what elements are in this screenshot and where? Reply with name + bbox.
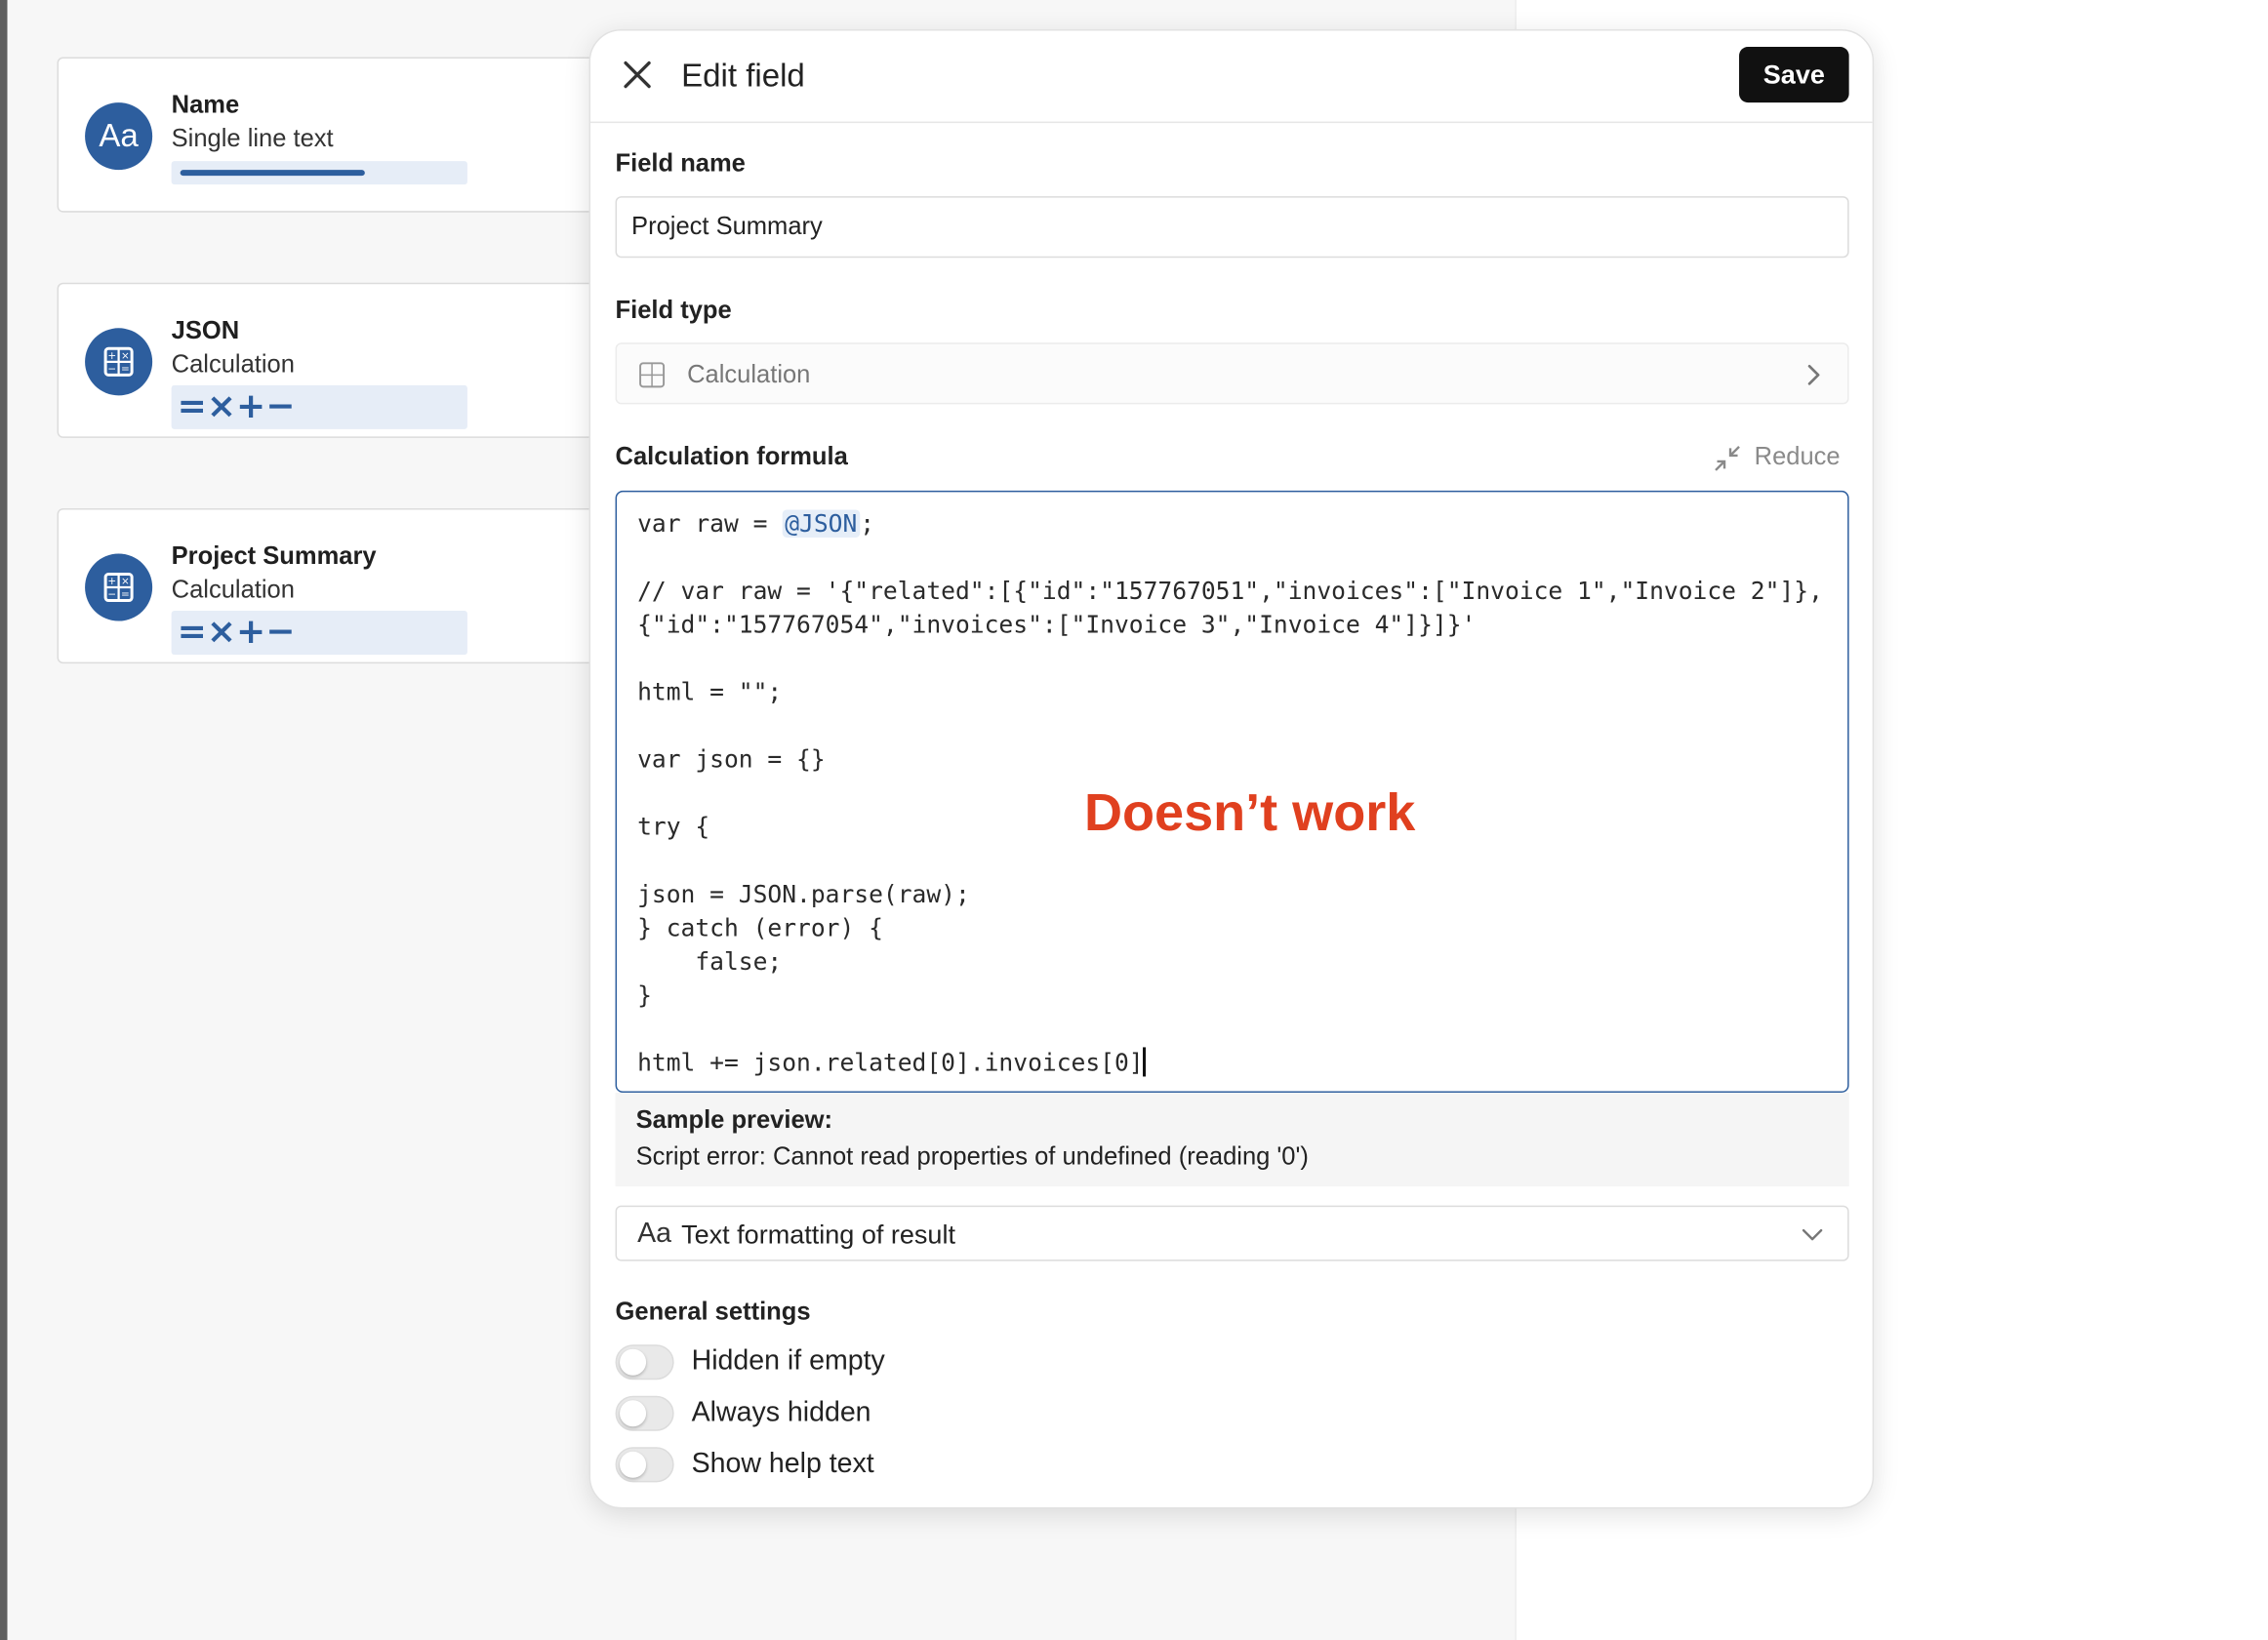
close-icon[interactable] (620, 58, 655, 93)
field-name: Name (171, 91, 240, 119)
field-name: JSON (171, 316, 240, 344)
toggle-switch[interactable] (615, 1395, 674, 1431)
chevron-down-icon (1802, 1228, 1823, 1241)
reduce-label: Reduce (1754, 442, 1841, 470)
reduce-button[interactable]: Reduce (1715, 442, 1841, 471)
field-type-label: Field type (615, 296, 732, 324)
field-reference-token[interactable]: @JSON (782, 509, 861, 538)
text-aa-icon: Aa (85, 102, 153, 171)
chevron-right-icon (1807, 364, 1820, 385)
text-preview-bar (171, 161, 467, 185)
toggle-label: Always hidden (691, 1397, 871, 1428)
svg-text:×: × (121, 350, 130, 362)
svg-text:×: × (121, 576, 130, 587)
svg-text:+: + (107, 350, 116, 362)
calculator-icon (639, 362, 666, 388)
svg-text:=: = (121, 363, 130, 375)
calculation-preview-bar: =×+− (171, 384, 467, 429)
save-button[interactable]: Save (1739, 47, 1849, 103)
field-name-input[interactable] (615, 196, 1849, 259)
operator-symbols: =×+− (177, 611, 296, 653)
field-type: Calculation (171, 576, 295, 604)
toggle-switch[interactable] (615, 1447, 674, 1483)
field-type: Single line text (171, 124, 334, 153)
field-type-select[interactable]: Calculation (615, 342, 1849, 405)
collapse-icon (1715, 446, 1741, 471)
general-settings-label: General settings (615, 1298, 811, 1326)
toggle-label: Show help text (691, 1448, 874, 1480)
dialog-title: Edit field (681, 57, 805, 95)
field-card-json[interactable]: + × − = JSON Calculation =×+− (57, 282, 615, 438)
text-formatting-select[interactable]: Aa Text formatting of result (615, 1205, 1849, 1261)
calculator-icon: + × − = (85, 328, 153, 396)
calculator-icon: + × − = (85, 553, 153, 621)
text-cursor (1143, 1047, 1146, 1077)
operator-symbols: =×+− (177, 384, 296, 426)
annotation-text: Doesn’t work (1083, 781, 1416, 843)
svg-text:+: + (107, 576, 116, 587)
formula-label: Calculation formula (615, 442, 848, 470)
sample-preview: Sample preview: Script error: Cannot rea… (615, 1092, 1849, 1187)
text-formatting-label: Text formatting of result (681, 1220, 955, 1250)
svg-text:−: − (107, 363, 116, 375)
svg-text:=: = (121, 589, 130, 601)
calculation-preview-bar: =×+− (171, 611, 467, 656)
toggle-label: Hidden if empty (691, 1345, 885, 1378)
edit-field-dialog: Edit field Save Field name Field type Ca… (588, 29, 1875, 1509)
field-card-project-summary[interactable]: + × − = Project Summary Calculation =×+− (57, 507, 615, 664)
field-name: Project Summary (171, 541, 377, 571)
text-format-icon: Aa (637, 1219, 671, 1250)
preview-value: Script error: Cannot read properties of … (635, 1142, 1309, 1171)
field-name-label: Field name (615, 149, 746, 178)
field-type: Calculation (171, 349, 295, 379)
svg-text:−: − (107, 589, 116, 601)
field-card-name[interactable]: Aa Name Single line text (57, 57, 615, 213)
field-type-value: Calculation (687, 360, 811, 388)
toggle-switch[interactable] (615, 1344, 674, 1380)
dialog-header: Edit field Save (590, 31, 1873, 124)
preview-title: Sample preview: (635, 1105, 832, 1135)
